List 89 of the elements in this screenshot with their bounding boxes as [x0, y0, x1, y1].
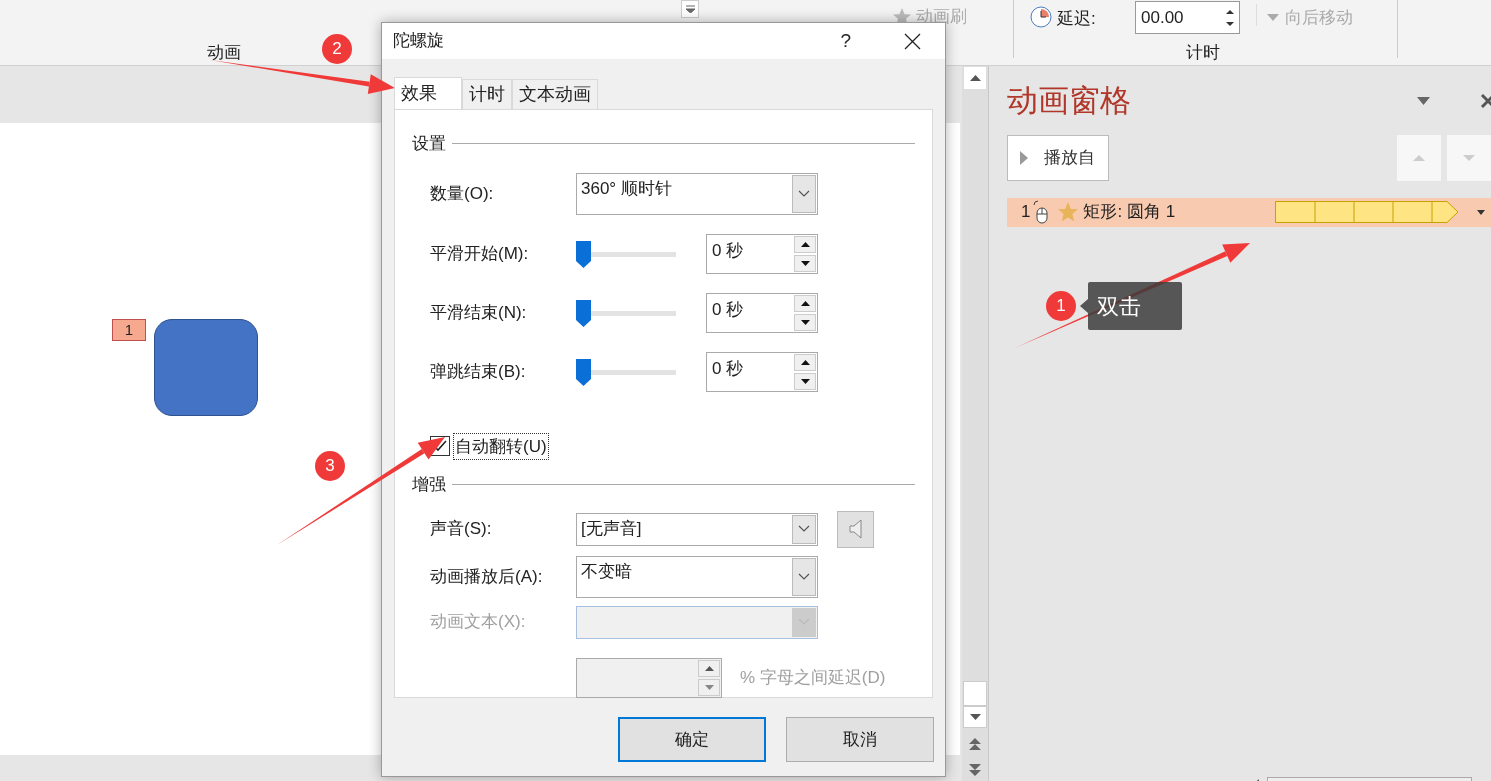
previous-slide-icon[interactable]: [969, 738, 981, 750]
dropdown-value: 不变暗: [581, 561, 632, 581]
slider[interactable]: [576, 358, 676, 385]
dropdown[interactable]: 360° 顺时针: [576, 172, 818, 215]
scrollbar[interactable]: [962, 66, 988, 781]
item-menu-icon[interactable]: [1477, 209, 1485, 215]
dropdown-value: [无声音]: [581, 518, 642, 538]
spin-up-button[interactable]: [794, 235, 816, 253]
spin-up-button[interactable]: [794, 353, 816, 371]
triangle-up-icon: [704, 665, 714, 671]
field-label: 动画播放后(A):: [430, 565, 544, 588]
animation-tag: 1: [112, 319, 146, 341]
dialog-title: 陀螺旋: [393, 30, 444, 53]
delay-label: 延迟:: [1057, 8, 1096, 30]
chevron-down-icon: [798, 572, 810, 581]
triangle-down-icon: [800, 260, 810, 266]
animation-item[interactable]: 1 矩形: 圆角 1: [1007, 197, 1491, 227]
item-number: 1: [1021, 201, 1031, 224]
delay-value: 00.00: [1141, 6, 1184, 29]
spin-value: 0 秒: [712, 240, 744, 260]
dialog-tab[interactable]: 计时: [462, 79, 512, 109]
next-slide-icon[interactable]: [969, 764, 981, 776]
tooltip-pointer-icon: [1080, 299, 1088, 313]
slider[interactable]: [576, 240, 676, 267]
section-heading: 设置: [412, 133, 446, 155]
spin-field[interactable]: 0 秒: [706, 351, 818, 392]
dialog-tab[interactable]: 效果: [394, 77, 462, 109]
triangle-up-icon: [1413, 154, 1425, 161]
delay-field[interactable]: 00.00: [1135, 1, 1240, 34]
close-icon[interactable]: [904, 32, 921, 50]
play-icon: [1020, 150, 1028, 165]
spin-value: 0 秒: [712, 358, 744, 378]
group-label: 动画: [207, 42, 241, 64]
scroll-up-icon[interactable]: [969, 75, 981, 81]
triangle-up-icon: [800, 359, 810, 365]
triangle-down-icon: [800, 319, 810, 325]
dropdown[interactable]: [无声音]: [576, 512, 818, 546]
field-label: 平滑结束(N):: [430, 301, 528, 324]
group-label: 计时: [1186, 42, 1220, 64]
gallery-more-icon[interactable]: [685, 5, 695, 13]
field-label: 数量(O):: [430, 182, 495, 205]
clock-icon: [1030, 6, 1052, 28]
spin-arrows-icon: [1226, 7, 1234, 28]
scroll-thumb[interactable]: [963, 681, 987, 706]
field-label: 弹跳结束(B):: [430, 360, 527, 383]
spin-down-button[interactable]: [794, 372, 816, 390]
triangle-down-icon: [1463, 154, 1475, 161]
speaker-icon: [848, 519, 863, 539]
rounded-rectangle-shape[interactable]: [154, 319, 258, 416]
star-icon: [1057, 201, 1080, 223]
field-label: 声音(S):: [430, 518, 493, 541]
dialog-button[interactable]: 确定: [618, 717, 766, 762]
spin-up-button[interactable]: [698, 659, 720, 677]
section-heading: 增强: [412, 474, 446, 496]
dropdown-value: 360° 顺时针: [581, 178, 672, 198]
chevron-down-icon: [798, 525, 810, 533]
dialog-tab[interactable]: 文本动画: [512, 79, 598, 109]
tooltip: 双击: [1088, 282, 1182, 330]
help-button[interactable]: ?: [840, 26, 851, 56]
triangle-up-icon: [800, 300, 810, 306]
field-label: 平滑开始(M):: [430, 242, 530, 265]
triangle-down-icon: [1267, 13, 1279, 22]
field-label: 动画文本(X):: [430, 611, 527, 634]
spin-up-button[interactable]: [794, 294, 816, 312]
scroll-down-icon[interactable]: [969, 714, 981, 720]
triangle-down-icon: [800, 378, 810, 384]
close-icon[interactable]: [1480, 93, 1491, 110]
dropdown[interactable]: 不变暗: [576, 555, 818, 598]
spin-field[interactable]: 0 秒: [706, 233, 818, 274]
spin-down-button[interactable]: [794, 313, 816, 331]
slider-thumb[interactable]: [576, 299, 591, 327]
item-name: 矩形: 圆角 1: [1083, 201, 1176, 224]
slider-thumb[interactable]: [576, 358, 591, 386]
checkbox-label[interactable]: 自动翻转(U): [453, 432, 549, 460]
slider[interactable]: [576, 299, 676, 326]
dialog-button[interactable]: 取消: [786, 717, 934, 762]
spin-down-button[interactable]: [794, 254, 816, 272]
letter-delay-label: % 字母之间延迟(D): [740, 666, 886, 689]
play-from-button[interactable]: 播放自: [1007, 134, 1109, 181]
chevron-down-icon: [798, 189, 810, 198]
spin-field[interactable]: [576, 657, 722, 698]
mouse-icon: [1031, 200, 1050, 224]
spin-field[interactable]: 0 秒: [706, 292, 818, 333]
slider-thumb[interactable]: [576, 240, 591, 268]
triangle-up-icon: [800, 241, 810, 247]
pane-menu-icon[interactable]: [1417, 97, 1430, 106]
triangle-down-icon: [704, 684, 714, 690]
pane-title: 动画窗格: [1007, 82, 1131, 120]
spin-value: 0 秒: [712, 299, 744, 319]
